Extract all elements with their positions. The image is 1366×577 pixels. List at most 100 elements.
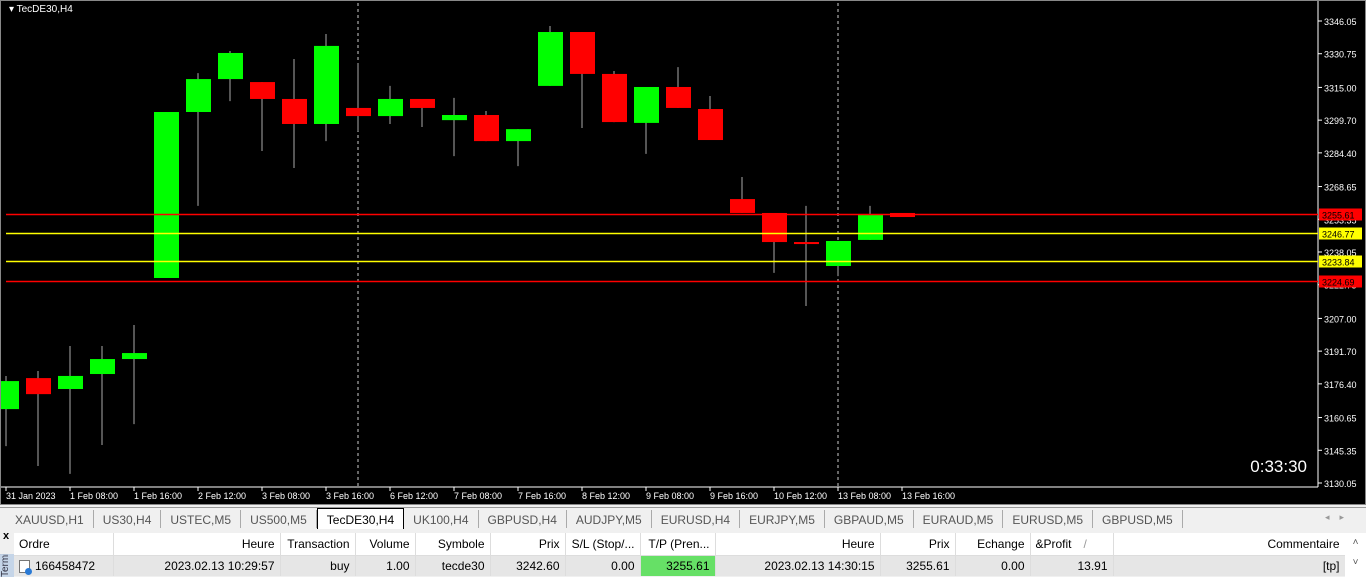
column-header[interactable]: Heure: [715, 533, 881, 556]
time-axis-label: 3 Feb 08:00: [262, 491, 310, 501]
time-axis-label: 13 Feb 08:00: [838, 491, 891, 501]
bear-candle: [730, 199, 755, 213]
time-axis-label: 2 Feb 12:00: [198, 491, 246, 501]
time-axis-label: 7 Feb 16:00: [518, 491, 566, 501]
time-axis-label: 10 Feb 12:00: [774, 491, 827, 501]
tab-gbpusd-h4[interactable]: GBPUSD,H4: [479, 510, 567, 528]
price-axis-label: 3346.05: [1324, 17, 1357, 27]
table-cell: 13.91: [1030, 555, 1114, 576]
column-header[interactable]: Echange: [955, 533, 1031, 556]
tab-us500-m5[interactable]: US500,M5: [241, 510, 317, 528]
price-level-label: 3233.84: [1322, 258, 1355, 268]
chart-symbol: TecDE30,H4: [16, 4, 73, 15]
tab-audjpy-m5[interactable]: AUDJPY,M5: [567, 510, 652, 528]
history-table: Ordre Heure Transaction Volume Symbole Prix S/…: [14, 533, 1346, 576]
cell-value: 2023.02.13 14:30:15: [764, 558, 875, 573]
column-header[interactable]: Transaction: [280, 533, 356, 556]
bear-candle: [794, 242, 819, 245]
time-axis-label: 8 Feb 12:00: [582, 491, 630, 501]
bull-candle: [154, 112, 179, 278]
column-label: Volume: [369, 536, 410, 551]
column-label: Echange: [977, 536, 1025, 551]
column-header[interactable]: Heure: [113, 533, 281, 556]
price-axis-label: 3160.65: [1324, 414, 1357, 424]
price-axis-label: 3176.40: [1324, 380, 1357, 390]
table-cell: buy: [280, 555, 356, 576]
time-axis-label: 1 Feb 08:00: [70, 491, 118, 501]
column-header[interactable]: Prix: [490, 533, 566, 556]
price-axis-label: 3207.00: [1324, 314, 1357, 324]
time-axis-label: 3 Feb 16:00: [326, 491, 374, 501]
tab-eurusd-h4[interactable]: EURUSD,H4: [652, 510, 741, 528]
column-label: &Profit: [1035, 536, 1072, 551]
bear-candle: [410, 98, 435, 108]
tab-ustec-m5[interactable]: USTEC,M5: [161, 510, 242, 528]
cell-value: 13.91: [1077, 558, 1108, 573]
bar-timer: 0:33:30: [1250, 457, 1307, 476]
tab-gbpaud-m5[interactable]: GBPAUD,M5: [825, 510, 914, 528]
order-document-icon: [19, 559, 32, 575]
terminal-panel: x Terminal Ordre Heure Transaction Volume Sy…: [0, 530, 1366, 577]
column-header[interactable]: Ordre: [14, 533, 114, 556]
tab-euraud-m5[interactable]: EURAUD,M5: [914, 510, 1004, 528]
table-scrollbar[interactable]: ˄ ˅: [1345, 533, 1366, 577]
table-cell: 2023.02.13 10:29:57: [113, 555, 281, 576]
column-header[interactable]: T/P (Pren...: [640, 533, 716, 556]
column-label: Symbole: [437, 536, 485, 551]
close-terminal-button[interactable]: x: [0, 530, 14, 542]
time-axis-label: 6 Feb 12:00: [390, 491, 438, 501]
bull-candle: [826, 240, 851, 267]
table-cell: 166458472: [14, 555, 114, 576]
tab-us30-h4[interactable]: US30,H4: [94, 510, 162, 528]
column-label: T/P (Pren...: [648, 536, 710, 551]
column-label: S/L (Stop/...: [571, 536, 635, 551]
bull-candle: [122, 353, 147, 360]
table-cell: 0.00: [565, 555, 641, 576]
terminal-label: Terminal: [0, 554, 14, 577]
bear-candle: [346, 107, 371, 117]
bull-candle: [218, 52, 243, 80]
time-axis-label: 31 Jan 2023: [6, 491, 56, 501]
bear-candle: [282, 98, 307, 124]
time-axis-label: 1 Feb 16:00: [134, 491, 182, 501]
tab-uk100-h4[interactable]: UK100,H4: [404, 510, 479, 528]
table-cell: [tp]: [1113, 555, 1346, 576]
table-cell: 3255.61: [640, 555, 716, 576]
tab-gbpusd-m5[interactable]: GBPUSD,M5: [1093, 510, 1183, 528]
bull-candle: [442, 115, 467, 121]
column-header[interactable]: &Profit /: [1030, 533, 1114, 556]
price-axis-label: 3130.05: [1324, 479, 1357, 489]
time-axis-label: 13 Feb 16:00: [902, 491, 955, 501]
cell-value: 0.00: [611, 558, 635, 573]
bear-candle: [26, 378, 51, 395]
column-label: Transaction: [287, 536, 350, 551]
bear-candle: [602, 73, 627, 123]
tab-xauusd-h1[interactable]: XAUUSD,H1: [6, 510, 94, 528]
table-cell: 3242.60: [490, 555, 566, 576]
table-cell: 3255.61: [880, 555, 956, 576]
price-chart[interactable]: 3346.05 3330.75 3315.00 3299.70 3284.40 3268.…: [0, 0, 1366, 505]
bull-candle: [634, 86, 659, 123]
tab-scroll-arrows[interactable]: ◂▸: [1325, 512, 1354, 523]
table-row[interactable]: 166458472 2023.02.13 10:29:57 buy 1.00 tecde…: [14, 555, 1346, 576]
column-label: Ordre: [19, 536, 50, 551]
tab-eurjpy-m5[interactable]: EURJPY,M5: [740, 510, 825, 528]
time-axis-label: 9 Feb 08:00: [646, 491, 694, 501]
column-header[interactable]: Prix: [880, 533, 956, 556]
column-label: Heure: [841, 536, 875, 551]
column-header[interactable]: S/L (Stop/...: [565, 533, 641, 556]
bull-candle: [90, 359, 115, 375]
table-cell: 1.00: [355, 555, 416, 576]
tab-tecde30-h4[interactable]: TecDE30,H4: [316, 508, 405, 529]
column-label: Heure: [241, 536, 275, 551]
chart-canvas[interactable]: 3346.05 3330.75 3315.00 3299.70 3284.40 3268.…: [1, 1, 1366, 506]
cell-value: 3242.60: [516, 558, 560, 573]
column-header[interactable]: Symbole: [415, 533, 491, 556]
column-label: Commentaire: [1267, 536, 1340, 551]
cell-value: 0.00: [1001, 558, 1025, 573]
column-header[interactable]: Commentaire: [1113, 533, 1346, 556]
bear-candle: [762, 212, 787, 243]
tab-eurusd-m5[interactable]: EURUSD,M5: [1003, 510, 1094, 528]
chart-tabs: XAUUSD,H1 US30,H4 USTEC,M5 US500,M5 TecDE30,…: [0, 507, 1366, 529]
column-header[interactable]: Volume: [355, 533, 416, 556]
